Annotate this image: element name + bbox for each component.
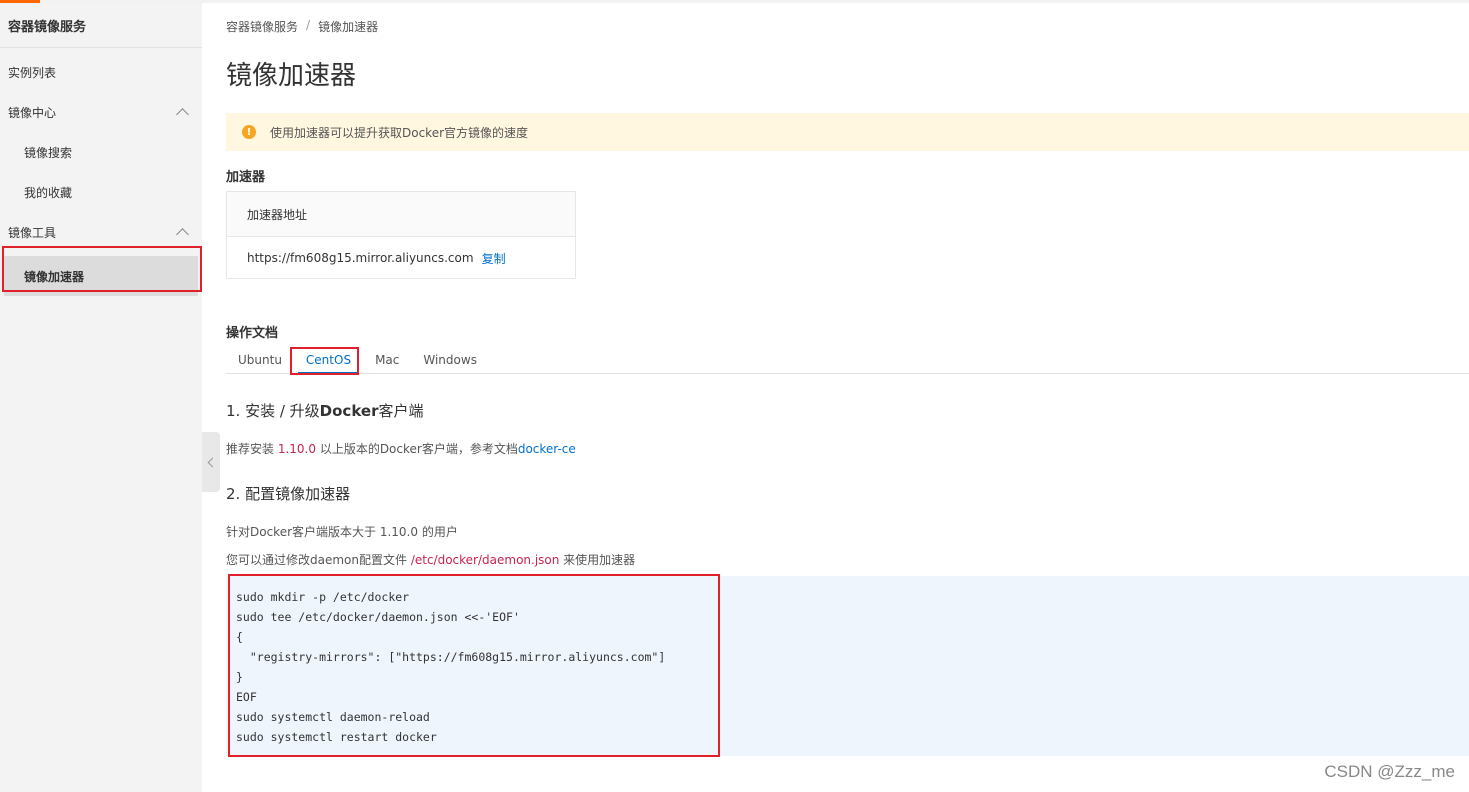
tab-ubuntu[interactable]: Ubuntu bbox=[226, 347, 294, 373]
sidebar-item-label: 镜像加速器 bbox=[24, 269, 85, 284]
sidebar-group-image-center[interactable]: 镜像中心 bbox=[0, 92, 202, 132]
sidebar-item-favorites[interactable]: 我的收藏 bbox=[0, 172, 202, 212]
sidebar-item-label: 镜像中心 bbox=[8, 105, 57, 120]
sidebar-item-instances[interactable]: 实例列表 bbox=[0, 52, 202, 92]
code-line: sudo systemctl restart docker bbox=[236, 730, 437, 744]
watermark: CSDN @Zzz_me bbox=[1324, 762, 1455, 781]
notice-banner: ! 使用加速器可以提升获取Docker官方镜像的速度 bbox=[226, 113, 1469, 151]
version-number: 1.10.0 bbox=[277, 442, 316, 456]
tab-windows[interactable]: Windows bbox=[411, 347, 489, 373]
sidebar-item-accelerator[interactable]: 镜像加速器 bbox=[4, 256, 198, 296]
step1-text: 推荐安装 bbox=[226, 442, 278, 456]
code-line: "registry-mirrors": ["https://fm608g15.m… bbox=[236, 650, 666, 664]
accelerator-address: https://fm608g15.mirror.aliyuncs.com bbox=[247, 251, 474, 265]
breadcrumb-current: 镜像加速器 bbox=[318, 20, 379, 34]
code-block[interactable]: sudo mkdir -p /etc/docker sudo tee /etc/… bbox=[226, 576, 1469, 756]
step2-title: 2. 配置镜像加速器 bbox=[226, 485, 351, 503]
step2-line2: 您可以通过修改daemon配置文件 /etc/docker/daemon.jso… bbox=[226, 551, 635, 568]
code-line: sudo systemctl daemon-reload bbox=[236, 710, 430, 724]
accelerator-section-label: 加速器 bbox=[226, 170, 266, 185]
breadcrumb: 容器镜像服务 / 镜像加速器 bbox=[226, 18, 378, 35]
sidebar-collapse-handle[interactable] bbox=[202, 432, 220, 492]
sidebar-item-image-search[interactable]: 镜像搜索 bbox=[0, 132, 202, 172]
step2-text: 您可以通过修改daemon配置文件 bbox=[226, 553, 411, 567]
sidebar-item-label: 实例列表 bbox=[8, 65, 57, 80]
step1-title: 1. 安装 / 升级Docker客户端 bbox=[226, 400, 423, 421]
sidebar-group-image-tools[interactable]: 镜像工具 bbox=[0, 212, 202, 252]
step2-line1: 针对Docker客户端版本大于 1.10.0 的用户 bbox=[226, 525, 458, 539]
sidebar: 容器镜像服务 实例列表 镜像中心 镜像搜索 我的收藏 镜像工具 镜像加速器 bbox=[0, 3, 202, 792]
accelerator-table: 加速器地址 https://fm608g15.mirror.aliyuncs.c… bbox=[226, 191, 576, 279]
breadcrumb-separator: / bbox=[306, 18, 311, 32]
docs-section-label: 操作文档 bbox=[226, 326, 279, 341]
notice-text: 使用加速器可以提升获取Docker官方镜像的速度 bbox=[270, 125, 529, 140]
accelerator-table-header: 加速器地址 bbox=[227, 192, 575, 237]
tab-centos[interactable]: CentOS bbox=[294, 347, 363, 374]
step1-title-prefix: 1. 安装 / 升级 bbox=[226, 402, 320, 420]
step1-title-suffix: 客户端 bbox=[378, 402, 424, 420]
tab-mac[interactable]: Mac bbox=[363, 347, 411, 373]
copy-button[interactable]: 复制 bbox=[482, 250, 506, 267]
code-line: { bbox=[236, 630, 243, 644]
chevron-up-icon[interactable] bbox=[176, 228, 189, 241]
docker-ce-link[interactable]: docker-ce bbox=[518, 442, 576, 456]
code-line: } bbox=[236, 670, 243, 684]
step1-description: 推荐安装 1.10.0 以上版本的Docker客户端，参考文档docker-ce bbox=[226, 440, 576, 457]
step1-title-bold: Docker bbox=[319, 402, 379, 420]
sidebar-item-label: 镜像搜索 bbox=[24, 145, 73, 160]
sidebar-title: 容器镜像服务 bbox=[0, 3, 202, 48]
warning-icon: ! bbox=[242, 125, 256, 139]
breadcrumb-root[interactable]: 容器镜像服务 bbox=[226, 18, 298, 35]
code-line: sudo tee /etc/docker/daemon.json <<-'EOF… bbox=[236, 610, 520, 624]
top-bar bbox=[0, 0, 1469, 3]
step2-text: 来使用加速器 bbox=[559, 553, 636, 567]
sidebar-item-label: 我的收藏 bbox=[24, 185, 73, 200]
os-tabs: Ubuntu CentOS Mac Windows bbox=[226, 347, 1469, 374]
code-line: sudo mkdir -p /etc/docker bbox=[236, 590, 410, 604]
sidebar-item-label: 镜像工具 bbox=[8, 225, 57, 240]
page-title: 镜像加速器 bbox=[226, 61, 357, 91]
config-path: /etc/docker/daemon.json bbox=[410, 553, 560, 567]
code-line: EOF bbox=[236, 690, 257, 704]
step1-text: 以上版本的Docker客户端，参考文档 bbox=[316, 442, 518, 456]
chevron-left-icon bbox=[207, 457, 218, 467]
chevron-up-icon[interactable] bbox=[176, 108, 189, 121]
accelerator-address-row: https://fm608g15.mirror.aliyuncs.com 复制 bbox=[227, 237, 575, 279]
